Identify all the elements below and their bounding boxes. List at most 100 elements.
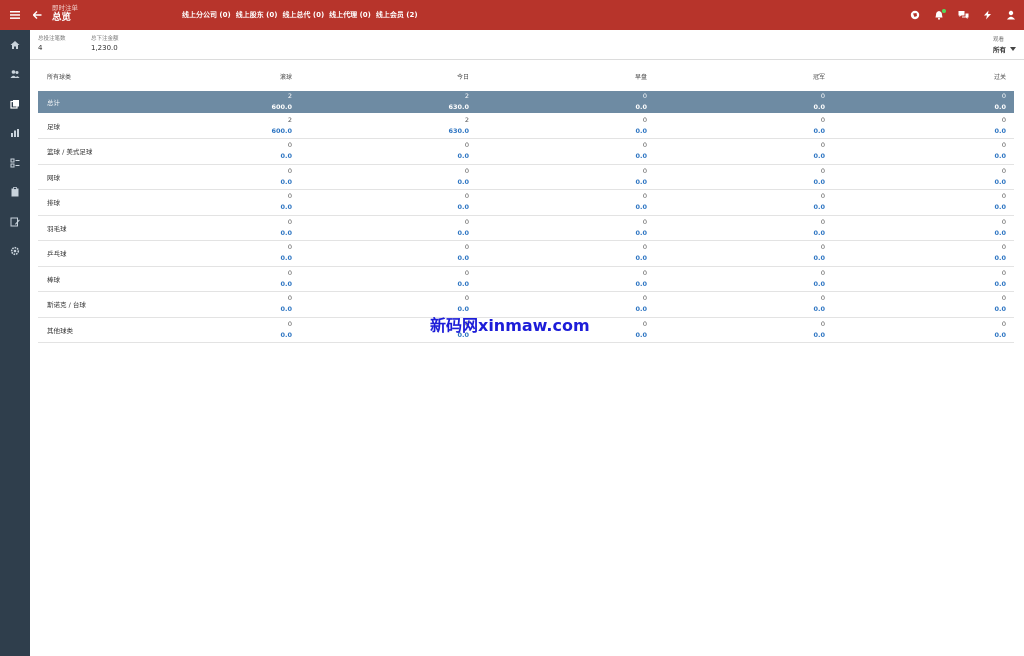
- bet-count: 0: [1001, 115, 1006, 124]
- profile-button[interactable]: [1004, 8, 1018, 22]
- value-cell[interactable]: 2 630.0: [300, 113, 477, 139]
- menu-toggle-button[interactable]: [0, 0, 30, 30]
- value-cell[interactable]: 0 0.0: [300, 138, 477, 165]
- globe-button[interactable]: [908, 8, 922, 22]
- value-cell[interactable]: 0 0.0: [300, 266, 477, 292]
- value-cell[interactable]: 0 0.0: [118, 215, 300, 241]
- column-header-parlay[interactable]: 过关: [833, 62, 1014, 91]
- value-cell[interactable]: 0 0.0: [655, 291, 833, 318]
- sidebar-item-home[interactable]: [0, 30, 30, 60]
- value-cell[interactable]: 0 0.0: [655, 164, 833, 190]
- sidebar-item-reports[interactable]: [0, 119, 30, 149]
- summary-bar: 总投注笔数 4 总下注金额 1,230.0 观看 所有: [30, 30, 1024, 60]
- value-cell[interactable]: 0 0.0: [118, 164, 300, 190]
- bet-count: 0: [642, 166, 647, 175]
- value-cell[interactable]: 2 630.0: [300, 91, 477, 113]
- value-cell[interactable]: 0 0.0: [655, 91, 833, 113]
- value-cell[interactable]: 0 0.0: [833, 189, 1014, 216]
- settings-icon: [10, 247, 20, 256]
- value-cell[interactable]: 2 600.0: [118, 91, 300, 113]
- link-online-general-agent[interactable]: 线上总代 (0): [282, 10, 324, 20]
- bet-count: 0: [1001, 141, 1006, 150]
- sidebar-item-list[interactable]: [0, 148, 30, 178]
- sport-label: 足球: [38, 113, 118, 139]
- value-cell[interactable]: 0 0.0: [118, 317, 300, 343]
- table-row[interactable]: 乒乓球 0 0.0 0 0.0 0 0.0 0 0.0 0 0.0: [38, 240, 1014, 267]
- column-header-early[interactable]: 早盘: [477, 62, 655, 91]
- column-header-outright[interactable]: 冠军: [655, 62, 833, 91]
- bet-count: 0: [464, 192, 469, 201]
- messages-button[interactable]: [956, 8, 970, 22]
- view-filter[interactable]: 观看 所有: [993, 37, 1016, 54]
- value-cell[interactable]: 0 0.0: [655, 266, 833, 292]
- column-header-sport[interactable]: 所有球类: [38, 62, 118, 91]
- value-cell[interactable]: 0 0.0: [655, 215, 833, 241]
- sidebar-item-report-edit[interactable]: [0, 207, 30, 237]
- link-online-agent[interactable]: 线上代理 (0): [329, 10, 371, 20]
- sport-label: 羽毛球: [38, 215, 118, 241]
- table-row[interactable]: 排球 0 0.0 0 0.0 0 0.0 0 0.0 0 0.0: [38, 189, 1014, 216]
- bet-amount: 0.0: [280, 305, 292, 314]
- value-cell[interactable]: 0 0.0: [118, 189, 300, 216]
- value-cell[interactable]: 0 0.0: [118, 291, 300, 318]
- value-cell[interactable]: 0 0.0: [833, 113, 1014, 139]
- value-cell[interactable]: 0 0.0: [833, 164, 1014, 190]
- sidebar-item-clipboard[interactable]: [0, 178, 30, 208]
- view-filter-select[interactable]: 所有: [993, 44, 1016, 54]
- total-row[interactable]: 总计 2 600.0 2 630.0 0 0.0 0 0.0 0 0.0: [38, 91, 1014, 113]
- bet-amount: 0.0: [635, 203, 647, 212]
- value-cell[interactable]: 0 0.0: [833, 240, 1014, 267]
- value-cell[interactable]: 0 0.0: [833, 91, 1014, 113]
- value-cell[interactable]: 0 0.0: [300, 240, 477, 267]
- bet-amount-stat: 总下注金额 1,230.0: [91, 36, 119, 53]
- bet-amount: 0.0: [280, 254, 292, 263]
- value-cell[interactable]: 0 0.0: [477, 215, 655, 241]
- value-cell[interactable]: 0 0.0: [300, 215, 477, 241]
- value-cell[interactable]: 0 0.0: [477, 266, 655, 292]
- value-cell[interactable]: 0 0.0: [477, 138, 655, 165]
- value-cell[interactable]: 0 0.0: [833, 266, 1014, 292]
- value-cell[interactable]: 0 0.0: [833, 291, 1014, 318]
- sidebar-item-bets[interactable]: [0, 89, 30, 119]
- table-row[interactable]: 羽毛球 0 0.0 0 0.0 0 0.0 0 0.0 0 0.0: [38, 215, 1014, 241]
- value-cell[interactable]: 0 0.0: [118, 240, 300, 267]
- top-bar: 即时注单 总览 线上分公司 (0) 线上股东 (0) 线上总代 (0) 线上代理…: [30, 0, 1024, 30]
- value-cell[interactable]: 0 0.0: [655, 317, 833, 343]
- value-cell[interactable]: 0 0.0: [477, 189, 655, 216]
- link-online-branch[interactable]: 线上分公司 (0): [182, 10, 231, 20]
- sidebar-item-users[interactable]: [0, 60, 30, 90]
- value-cell[interactable]: 0 0.0: [833, 317, 1014, 343]
- value-cell[interactable]: 0 0.0: [655, 138, 833, 165]
- value-cell[interactable]: 0 0.0: [118, 266, 300, 292]
- value-cell[interactable]: 0 0.0: [655, 113, 833, 139]
- value-cell[interactable]: 0 0.0: [655, 189, 833, 216]
- value-cell[interactable]: 0 0.0: [833, 138, 1014, 165]
- table-row[interactable]: 篮球 / 美式足球 0 0.0 0 0.0 0 0.0 0 0.0 0 0.0: [38, 138, 1014, 165]
- bet-count: 0: [1001, 92, 1006, 100]
- column-header-live[interactable]: 滚球: [118, 62, 300, 91]
- value-cell[interactable]: 0 0.0: [300, 164, 477, 190]
- table-row[interactable]: 足球 2 600.0 2 630.0 0 0.0 0 0.0 0 0.0: [38, 113, 1014, 139]
- value-cell[interactable]: 0 0.0: [477, 113, 655, 139]
- value-cell[interactable]: 0 0.0: [118, 138, 300, 165]
- link-online-shareholder[interactable]: 线上股东 (0): [236, 10, 278, 20]
- value-cell[interactable]: 0 0.0: [477, 240, 655, 267]
- column-header-today[interactable]: 今日: [300, 62, 477, 91]
- value-cell[interactable]: 0 0.0: [655, 240, 833, 267]
- notifications-button[interactable]: [932, 8, 946, 22]
- back-button[interactable]: [30, 0, 44, 30]
- bet-amount: 0.0: [635, 103, 647, 111]
- bet-count: 0: [464, 294, 469, 303]
- value-cell[interactable]: 0 0.0: [300, 189, 477, 216]
- value-cell[interactable]: 0 0.0: [477, 164, 655, 190]
- table-row[interactable]: 棒球 0 0.0 0 0.0 0 0.0 0 0.0 0 0.0: [38, 266, 1014, 292]
- link-online-member[interactable]: 线上会员 (2): [376, 10, 418, 20]
- value-cell[interactable]: 0 0.0: [833, 215, 1014, 241]
- value-cell[interactable]: 0 0.0: [477, 91, 655, 113]
- bet-count: 0: [642, 243, 647, 252]
- table-row[interactable]: 网球 0 0.0 0 0.0 0 0.0 0 0.0 0 0.0: [38, 164, 1014, 190]
- quick-action-button[interactable]: [980, 8, 994, 22]
- value-cell[interactable]: 2 600.0: [118, 113, 300, 139]
- bet-count: 0: [820, 92, 825, 100]
- sidebar-item-settings[interactable]: [0, 237, 30, 267]
